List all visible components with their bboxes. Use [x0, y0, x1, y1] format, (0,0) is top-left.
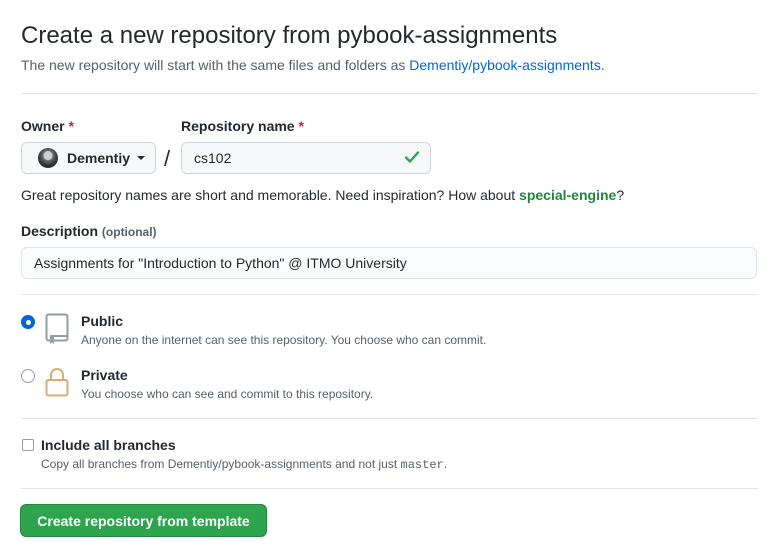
template-repo-link[interactable]: Dementiy/pybook-assignments	[409, 57, 600, 73]
divider	[21, 488, 758, 489]
visibility-private-title: Private	[81, 367, 128, 383]
visibility-private-radio[interactable]	[21, 369, 35, 383]
divider	[21, 418, 758, 419]
visibility-private-desc: You choose who can see and commit to thi…	[81, 387, 374, 401]
owner-label-text: Owner	[21, 118, 65, 134]
divider	[21, 93, 758, 94]
repo-name-label-text: Repository name	[181, 118, 295, 134]
required-mark: *	[68, 118, 74, 134]
name-suggestion[interactable]: special-engine	[519, 187, 616, 203]
optional-note: (optional)	[101, 225, 157, 239]
page-title: Create a new repository from pybook-assi…	[21, 22, 558, 49]
visibility-public-desc: Anyone on the internet can see this repo…	[81, 333, 487, 347]
check-icon	[404, 151, 420, 163]
owner-repo-separator: /	[164, 146, 171, 171]
visibility-public-radio[interactable]	[21, 315, 35, 329]
owner-label: Owner *	[21, 118, 74, 134]
subtitle-text: The new repository will start with the s…	[21, 57, 410, 73]
repo-name-label: Repository name *	[181, 118, 304, 134]
description-label-text: Description	[21, 223, 99, 239]
include-branches-label[interactable]: Include all branches	[41, 437, 176, 453]
include-branches-desc: Copy all branches from Dementiy/pybook-a…	[41, 457, 447, 472]
subtitle-suffix: .	[600, 57, 605, 73]
divider	[21, 294, 758, 295]
description-label: Description (optional)	[21, 223, 157, 239]
hint-suffix: ?	[616, 187, 625, 203]
visibility-public-title: Public	[81, 313, 124, 329]
description-input[interactable]	[21, 247, 757, 279]
lock-icon	[45, 368, 69, 397]
owner-name: Dementiy	[67, 150, 131, 166]
branches-desc-text: Copy all branches from Dementiy/pybook-a…	[41, 457, 401, 471]
caret-down-icon	[137, 156, 146, 160]
hint-text: Great repository names are short and mem…	[21, 187, 520, 203]
create-repository-button[interactable]: Create repository from template	[20, 504, 267, 537]
owner-select-button[interactable]: Dementiy	[21, 142, 156, 174]
page-subtitle: The new repository will start with the s…	[21, 57, 605, 73]
avatar	[38, 148, 58, 168]
required-mark: *	[298, 118, 304, 134]
branches-desc-suffix: .	[443, 457, 448, 471]
name-hint: Great repository names are short and mem…	[21, 187, 624, 203]
branch-name: master	[400, 458, 444, 472]
include-branches-checkbox[interactable]	[22, 439, 34, 451]
repo-icon	[45, 313, 69, 344]
repository-name-input[interactable]	[181, 142, 431, 174]
